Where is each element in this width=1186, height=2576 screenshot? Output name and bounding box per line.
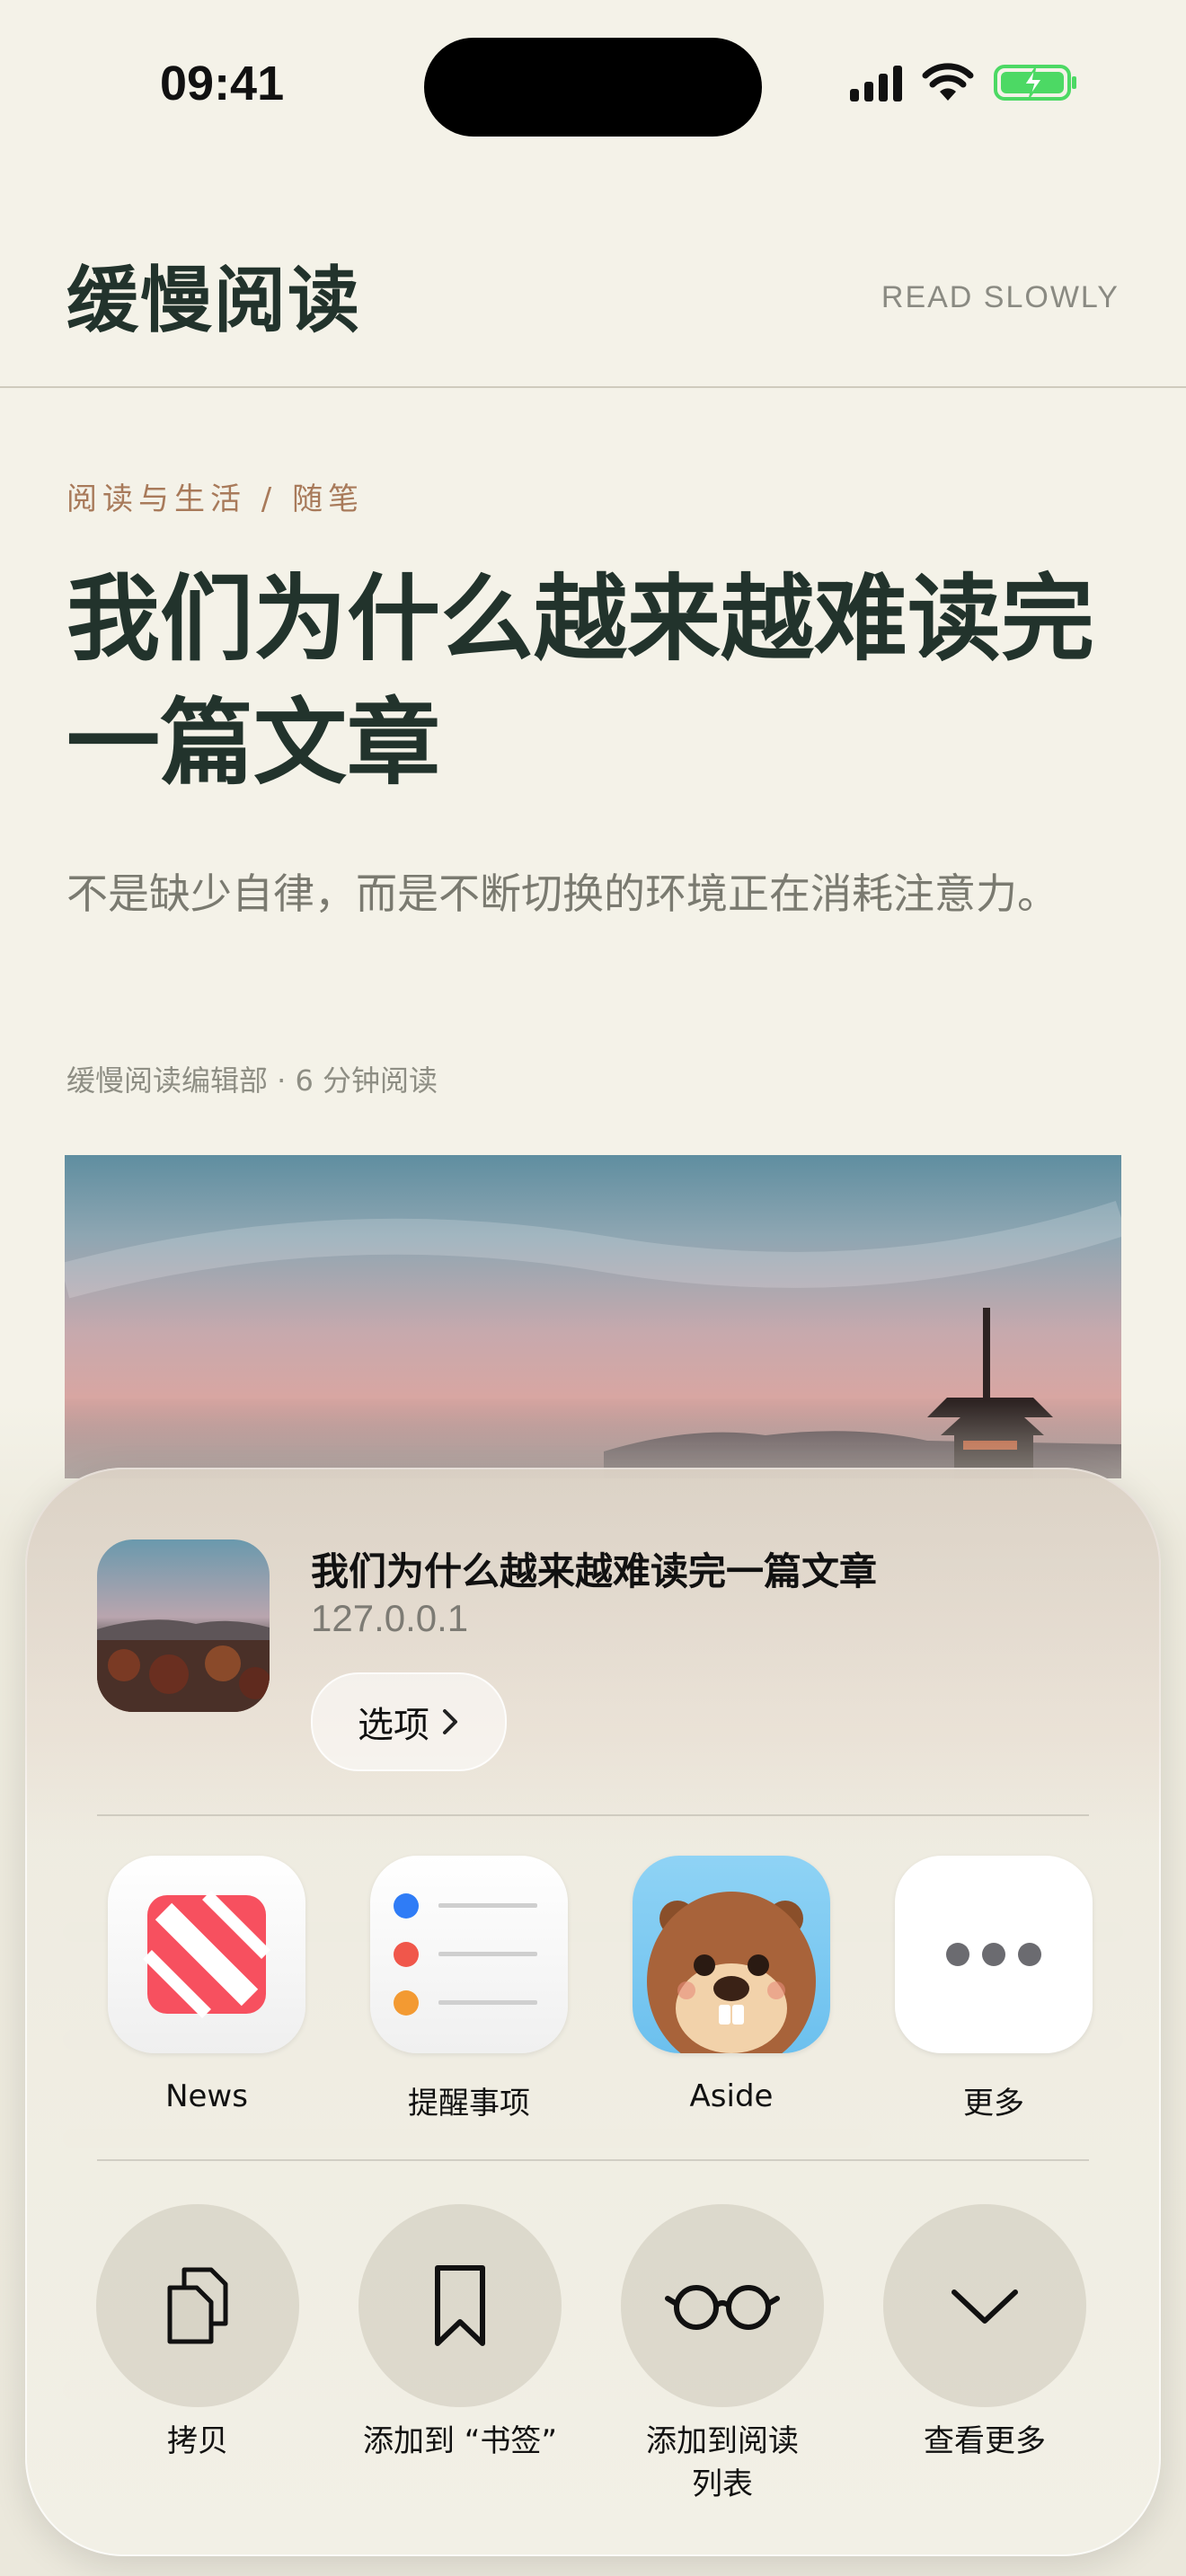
app-aside[interactable]: Aside (624, 1856, 839, 2114)
action-copy[interactable]: 拷贝 (81, 2204, 314, 2463)
glasses-icon (621, 2204, 824, 2407)
copy-icon (96, 2204, 299, 2407)
action-add-bookmark[interactable]: 添加到 “书签” (343, 2204, 577, 2463)
preview-url: 127.0.0.1 (311, 1597, 469, 1639)
app-news[interactable]: News (99, 1856, 314, 2114)
news-icon (108, 1856, 305, 2053)
preview-title: 我们为什么越来越难读完一篇文章 (311, 1549, 878, 1593)
action-label: 添加到阅读列表 (646, 2423, 799, 2502)
site-header: 缓慢阅读 READ SLOWLY (0, 171, 1186, 388)
options-label: 选项 (358, 1705, 429, 1746)
article-meta: 缓慢阅读编辑部 · 6 分钟阅读 (66, 1063, 438, 1098)
bookmark-icon (358, 2204, 562, 2407)
options-button[interactable]: 选项 (311, 1672, 507, 1771)
action-row: 拷贝 添加到 “书签” 添加到阅读列表 查看更多 (25, 2204, 1161, 2527)
share-sheet: 我们为什么越来越难读完一篇文章 127.0.0.1 选项 News 提醒事项 A… (25, 1468, 1161, 2556)
action-label: 查看更多 (924, 2423, 1046, 2459)
app-more[interactable]: 更多 (886, 1856, 1102, 2122)
chevron-right-icon (443, 1709, 457, 1734)
divider (97, 2159, 1089, 2161)
divider (97, 1814, 1089, 1816)
status-bar: 09:41 (0, 0, 1186, 171)
site-logo[interactable]: 缓慢阅读 (66, 243, 361, 347)
app-row: News 提醒事项 Aside 更多 (25, 1856, 1161, 2152)
app-label: 更多 (963, 2086, 1024, 2122)
status-time: 09:41 (160, 57, 285, 110)
action-label: 拷贝 (167, 2423, 228, 2459)
app-reminders[interactable]: 提醒事项 (361, 1856, 577, 2122)
preview-thumbnail (97, 1539, 270, 1712)
beaver-icon (633, 1856, 830, 2053)
app-label: News (165, 2078, 248, 2114)
article-subtitle: 不是缺少自律，而是不断切换的环境正在消耗注意力。 (66, 869, 1058, 918)
action-add-reading-list[interactable]: 添加到阅读列表 (606, 2204, 839, 2506)
site-tagline: READ SLOWLY (881, 280, 1120, 314)
battery-charging-icon (994, 65, 1076, 101)
wifi-icon (922, 63, 974, 101)
dynamic-island (424, 38, 762, 137)
breadcrumb[interactable]: 阅读与生活 / 随笔 (66, 474, 364, 518)
article-title: 我们为什么越来越难读完一篇文章 (66, 564, 1095, 798)
app-label: Aside (689, 2078, 774, 2114)
cellular-signal-icon (850, 64, 902, 101)
more-dots-icon (895, 1856, 1093, 2053)
action-label: 添加到 “书签” (362, 2423, 558, 2459)
app-label: 提醒事项 (408, 2086, 530, 2122)
reminders-icon (370, 1856, 568, 2053)
action-view-more[interactable]: 查看更多 (868, 2204, 1102, 2463)
status-icons (850, 63, 1078, 102)
chevron-down-icon (883, 2204, 1086, 2407)
